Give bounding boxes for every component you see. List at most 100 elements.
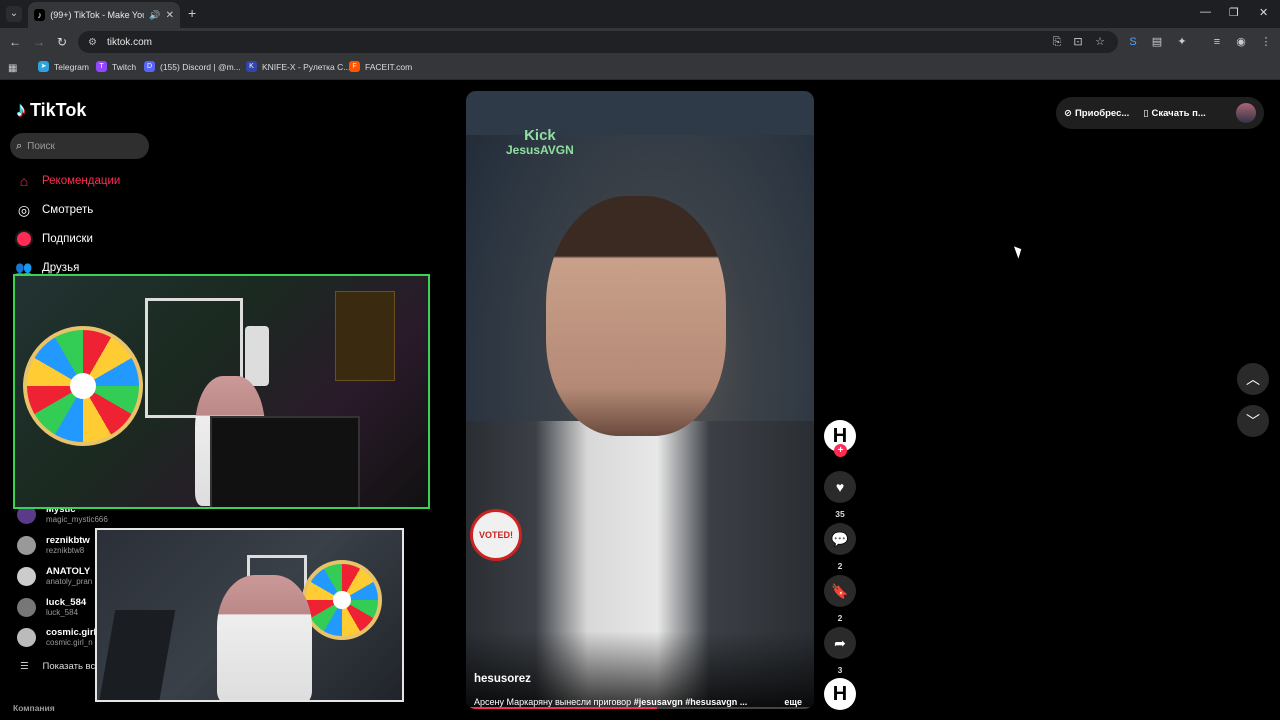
bookmark-twitch[interactable]: T Twitch <box>96 61 136 72</box>
menu-item-explore[interactable]: ◎ Смотреть <box>15 201 93 219</box>
video-caption: Арсену Маркаряну вынесли приговор #jesus… <box>474 697 747 707</box>
following-account[interactable]: reznikbtw reznikbtw8 <box>17 535 90 556</box>
account-handle: luck_584 <box>46 608 79 617</box>
search-input[interactable] <box>27 140 138 152</box>
user-avatar[interactable] <box>1236 103 1256 123</box>
translate-icon[interactable]: ⎘ <box>1051 36 1063 48</box>
comment-action[interactable]: 💬 2 <box>823 523 857 571</box>
logo-text: TikTok <box>30 100 87 120</box>
sound-disc-icon[interactable]: H <box>824 678 856 710</box>
menu-item-recommendations[interactable]: ⌂ Рекомендации <box>15 172 121 190</box>
back-icon[interactable]: ← <box>9 35 21 49</box>
like-count: 35 <box>835 509 845 519</box>
phone-icon: ▯ <box>1143 107 1149 119</box>
mouse-cursor-icon <box>1013 244 1025 259</box>
tiktok-page: ♪ TikTok ⌕ ⌂ Рекомендации ◎ Смотреть Под… <box>0 81 1280 720</box>
bookmark-faceit[interactable]: F FACEIT.com <box>349 61 412 72</box>
creator-avatar[interactable]: H + <box>824 420 856 457</box>
video-author[interactable]: hesusorez <box>474 673 531 685</box>
previous-video-button[interactable]: ︿ <box>1237 363 1269 395</box>
telegram-icon: ➤ <box>38 61 49 72</box>
watermark-line2: JesusAVGN <box>506 143 574 157</box>
menu-label: Друзья <box>42 262 80 274</box>
following-account[interactable]: luck_584 luck_584 <box>17 597 86 618</box>
install-app-icon[interactable]: ⊡ <box>1072 36 1084 48</box>
close-window-icon[interactable]: ✕ <box>1259 6 1268 19</box>
site-info-icon[interactable]: ⚙ <box>88 37 97 48</box>
show-all-link[interactable]: ☰ Показать вс <box>20 661 95 672</box>
extension-s-icon[interactable]: S <box>1127 36 1139 48</box>
bookmark-label: Twitch <box>112 61 137 72</box>
extensions-puzzle-icon[interactable]: ✦ <box>1176 36 1188 48</box>
tiktok-logo[interactable]: ♪ TikTok <box>16 99 86 122</box>
browser-tab-active[interactable]: ♪ (99+) TikTok - Make Your Da 🔊 ✕ <box>28 2 180 28</box>
streamer-image <box>217 575 312 700</box>
bookmark-discord[interactable]: D (155) Discord | @m... <box>144 61 241 72</box>
avatar <box>17 628 36 647</box>
roulette-wheel-image <box>23 326 143 446</box>
download-app-button[interactable]: ▯ Скачать п... <box>1143 108 1205 119</box>
avatar <box>17 598 36 617</box>
avatar <box>17 536 36 555</box>
apps-grid-icon[interactable]: ▦ <box>8 63 17 74</box>
creator-avatar-action[interactable]: H + <box>823 420 857 457</box>
bookmark-label: (155) Discord | @m... <box>160 61 241 72</box>
sound-disc-action[interactable]: H <box>823 678 857 710</box>
bookmark-icon[interactable]: 🔖 <box>824 575 856 607</box>
webcam-overlay-main <box>13 274 430 509</box>
account-handle: cosmic.girl_n <box>46 638 93 647</box>
next-video-button[interactable]: ﹀ <box>1237 405 1269 437</box>
caption-hashtags[interactable]: #jesusavgn #hesusavgn ... <box>634 697 748 707</box>
save-action[interactable]: 🔖 2 <box>823 575 857 623</box>
media-control-icon[interactable]: ≡ <box>1211 36 1223 48</box>
new-tab-icon[interactable]: + <box>188 5 196 21</box>
share-icon[interactable]: ➦ <box>824 627 856 659</box>
list-icon: ☰ <box>20 661 29 672</box>
restore-icon[interactable]: ❐ <box>1229 6 1239 19</box>
share-action[interactable]: ➦ 3 <box>823 627 857 675</box>
following-account[interactable]: ANATOLY anatoly_pran <box>17 566 92 587</box>
bookmark-label: Telegram <box>54 61 89 72</box>
faceit-icon: F <box>349 61 360 72</box>
tab-close-icon[interactable]: ✕ <box>166 10 174 21</box>
heart-icon[interactable]: ♥ <box>824 471 856 503</box>
follow-plus-icon[interactable]: + <box>834 444 847 457</box>
following-account[interactable]: cosmic.girl cosmic.girl_n <box>17 627 96 648</box>
forward-icon[interactable]: → <box>33 35 45 49</box>
purchase-button[interactable]: ⊘ Приобрес... <box>1064 108 1129 119</box>
extension-box-icon[interactable]: ▤ <box>1151 36 1163 48</box>
disc-initial: H <box>832 682 848 705</box>
video-progress-bar[interactable] <box>470 707 810 709</box>
webcam-overlay-secondary <box>95 528 404 702</box>
account-name: ANATOLY <box>46 566 91 577</box>
speaker-icon[interactable]: 🔊 <box>149 10 160 21</box>
video-player[interactable]: Kick JesusAVGN VOTED! hesusorez Арсену М… <box>466 91 814 709</box>
menu-item-following[interactable]: Подписки <box>15 230 93 248</box>
top-right-actions: ⊘ Приобрес... ▯ Скачать п... <box>1056 97 1264 129</box>
comment-count: 2 <box>837 561 843 571</box>
like-action[interactable]: ♥ 35 <box>823 471 857 519</box>
comment-icon[interactable]: 💬 <box>824 523 856 555</box>
painting-image <box>335 291 395 381</box>
reload-icon[interactable]: ↻ <box>57 35 67 49</box>
menu-label: Подписки <box>42 233 93 245</box>
browser-tab-strip: ⌄ ♪ (99+) TikTok - Make Your Da 🔊 ✕ + — … <box>0 0 1280 28</box>
home-icon: ⌂ <box>19 173 29 189</box>
menu-kebab-icon[interactable]: ⋮ <box>1260 36 1272 48</box>
search-box[interactable]: ⌕ <box>10 133 149 159</box>
download-label: Скачать п... <box>1151 107 1206 119</box>
account-handle: anatoly_pran <box>46 577 93 586</box>
minimize-icon[interactable]: — <box>1200 6 1211 18</box>
tab-search-icon[interactable]: ⌄ <box>6 6 22 22</box>
show-all-label: Показать вс <box>42 661 96 672</box>
profile-icon[interactable]: ◉ <box>1235 36 1247 48</box>
more-button[interactable]: еще <box>784 697 802 707</box>
purchase-label: Приобрес... <box>1074 107 1130 119</box>
twitch-icon: T <box>96 61 107 72</box>
omnibox[interactable]: ⚙ tiktok.com <box>78 31 1118 53</box>
compass-icon: ◎ <box>17 202 31 218</box>
bookmark-telegram[interactable]: ➤ Telegram <box>38 61 89 72</box>
footer-company[interactable]: Компания <box>13 703 55 713</box>
bookmark-knife-x[interactable]: K KNIFE-X - Рулетка С... <box>246 61 350 72</box>
bookmark-star-icon[interactable]: ☆ <box>1094 36 1106 48</box>
